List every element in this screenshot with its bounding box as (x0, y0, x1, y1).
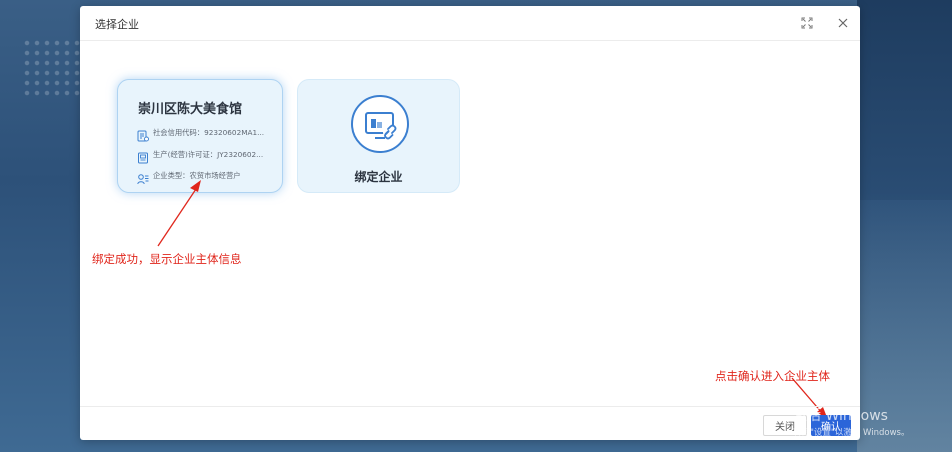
dialog-title: 选择企业 (95, 18, 139, 31)
watermark-line2: 转到"设置"以激活 Windows。 (793, 428, 910, 438)
credit-code-icon (137, 127, 149, 142)
enterprise-type-icon (137, 170, 149, 185)
bind-success-annotation: 绑定成功，显示企业主体信息 (92, 252, 242, 266)
enterprise-type-row: 企业类型：农贸市场经营户 (137, 169, 241, 185)
dialog-header: 选择企业 (80, 6, 860, 41)
expand-icon[interactable] (798, 14, 816, 32)
enterprise-type-text: 企业类型：农贸市场经营户 (153, 171, 241, 180)
credit-code-row: 社会信用代码：92320602MA1... (137, 126, 265, 142)
windows-activation-watermark: 激活 Windows 转到"设置"以激活 Windows。 (793, 405, 909, 438)
background-dots (22, 38, 82, 98)
dialog-footer: 关闭 确认 (80, 406, 860, 440)
company-name: 崇川区陈大美食馆 (138, 102, 243, 117)
select-enterprise-dialog: 选择企业 崇川区陈大美食馆 社会信用代码：92320602MA1... 生产(经… (80, 6, 860, 440)
company-card[interactable]: 崇川区陈大美食馆 社会信用代码：92320602MA1... 生产(经营)许可证… (117, 79, 283, 193)
credit-code-text: 社会信用代码：92320602MA1... (153, 128, 265, 137)
license-icon (137, 149, 149, 164)
license-text: 生产(经营)许可证：JY2320602... (153, 150, 264, 159)
license-row: 生产(经营)许可证：JY2320602... (137, 148, 264, 164)
close-icon[interactable] (834, 14, 852, 32)
bind-enterprise-card[interactable]: 绑定企业 (297, 79, 460, 193)
bind-enterprise-label: 绑定企业 (354, 170, 403, 184)
bind-enterprise-icon (350, 94, 410, 154)
background-panel (857, 0, 952, 200)
watermark-line1: 激活 Windows (793, 408, 888, 424)
confirm-hint-annotation: 点击确认进入企业主体 (715, 369, 830, 383)
arrow-to-card (157, 185, 199, 247)
